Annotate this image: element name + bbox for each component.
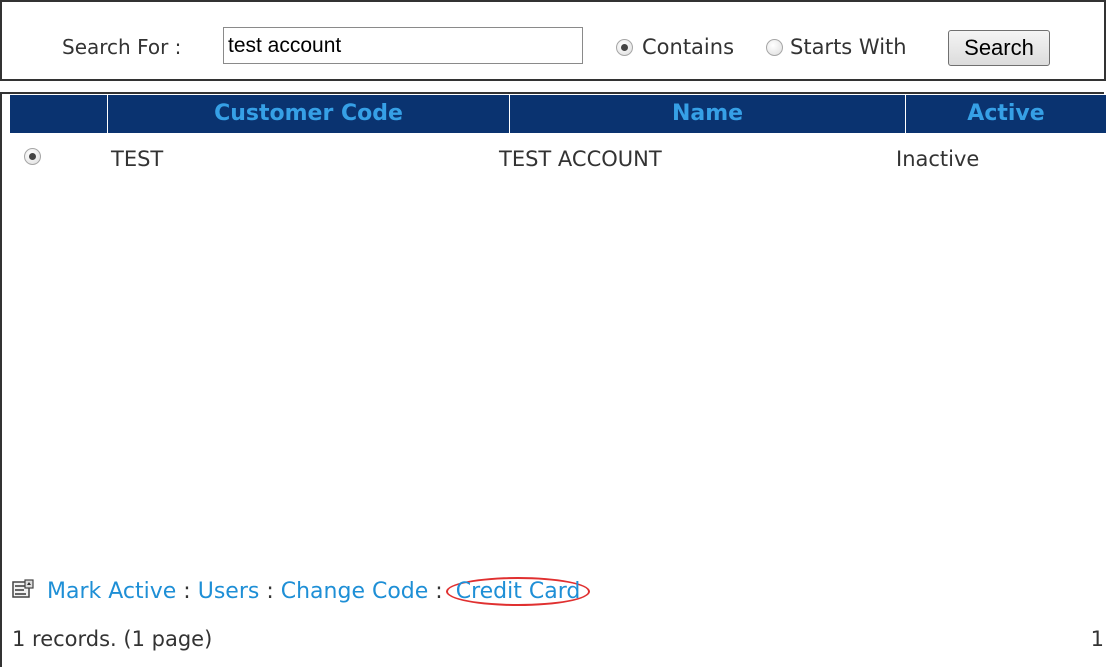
search-button[interactable]: Search xyxy=(948,30,1050,66)
contains-label: Contains xyxy=(642,35,735,59)
action-bar: Mark Active : Users : Change Code : Cred… xyxy=(12,577,591,607)
page-number-link[interactable]: 1 xyxy=(1091,627,1104,651)
name-header[interactable]: Name xyxy=(509,95,905,133)
starts-with-label: Starts With xyxy=(790,35,907,59)
properties-icon xyxy=(12,579,34,599)
search-input[interactable] xyxy=(223,27,583,64)
separator: : xyxy=(183,579,191,604)
change-code-link[interactable]: Change Code xyxy=(281,579,429,604)
record-count-status: 1 records. (1 page) xyxy=(12,627,213,651)
users-link[interactable]: Users xyxy=(198,579,260,604)
credit-card-highlight: Credit Card xyxy=(445,577,591,606)
contains-radio[interactable] xyxy=(616,39,633,56)
name-cell: TEST ACCOUNT xyxy=(499,147,662,171)
starts-with-radio[interactable] xyxy=(766,39,783,56)
search-panel: Search For : Contains Starts With Search xyxy=(0,0,1106,81)
active-cell: Inactive xyxy=(896,147,980,171)
row-select-radio[interactable] xyxy=(24,148,41,165)
credit-card-link[interactable]: Credit Card xyxy=(456,579,581,604)
grid-header: Customer Code Name Active xyxy=(10,95,1106,133)
mark-active-link[interactable]: Mark Active xyxy=(47,579,176,604)
active-header[interactable]: Active xyxy=(905,95,1106,133)
separator: : xyxy=(266,579,274,604)
customer-code-header[interactable]: Customer Code xyxy=(107,95,509,133)
search-label: Search For : xyxy=(62,35,182,59)
customer-code-cell: TEST xyxy=(111,147,164,171)
select-column-header xyxy=(10,95,107,133)
separator: : xyxy=(435,579,443,604)
